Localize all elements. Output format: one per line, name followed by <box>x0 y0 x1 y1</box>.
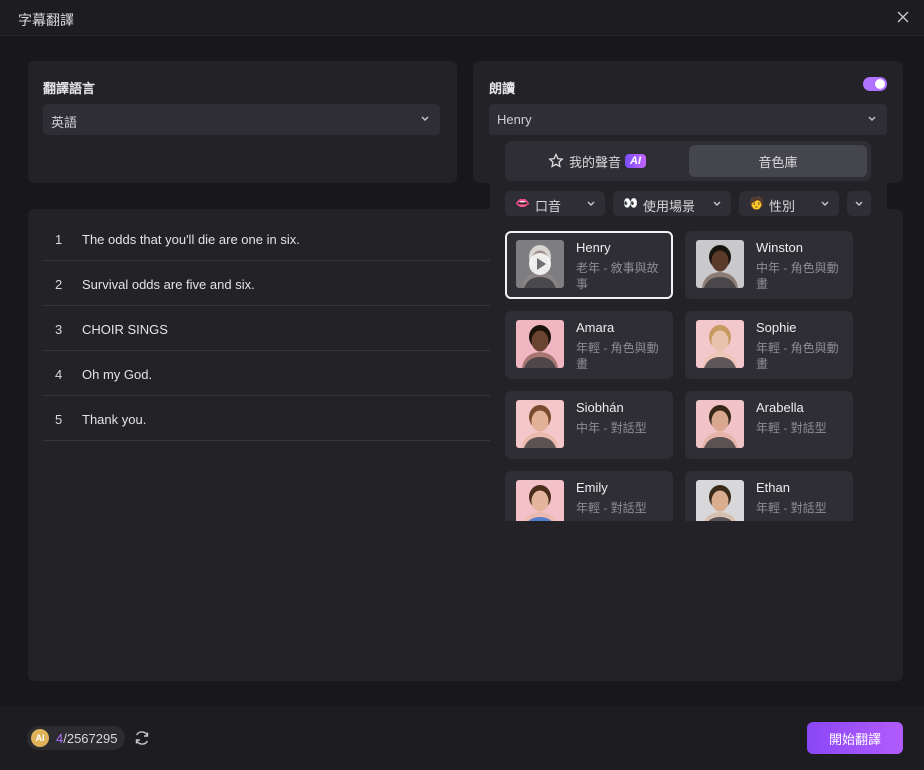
voice-card[interactable]: Siobhán 中年 - 對話型 <box>505 391 673 459</box>
filter-use-case-label: 使用場景 <box>643 199 696 214</box>
title-bar: 字幕翻譯 <box>0 0 924 36</box>
avatar-amara <box>516 320 564 368</box>
subtitle-row[interactable]: 4 Oh my God. <box>43 351 503 396</box>
toggle-knob <box>875 79 885 89</box>
voice-card[interactable]: Henry 老年 - 敘事與故事 <box>505 231 673 299</box>
footer: AI 4/2567295 開始翻譯 <box>0 706 924 770</box>
avatar-arabella <box>696 400 744 448</box>
voice-name: Winston <box>756 240 803 255</box>
voice-select[interactable]: Henry <box>489 104 887 135</box>
chevron-down-icon <box>587 201 595 206</box>
voice-name: Amara <box>576 320 615 335</box>
voice-select-value: Henry <box>497 112 532 127</box>
subtitle-row[interactable]: 1 The odds that you'll die are one in six… <box>43 216 503 261</box>
voice-name: Siobhán <box>576 400 624 415</box>
avatar-emily <box>516 480 564 521</box>
voice-description: 年輕 - 角色與動畫 <box>576 341 659 371</box>
voice-description: 年輕 - 對話型 <box>576 501 647 515</box>
voice-name: Sophie <box>756 320 797 335</box>
refresh-icon[interactable] <box>133 729 151 747</box>
subtitle-number: 1 <box>55 232 63 247</box>
voice-name: Emily <box>576 480 608 495</box>
chevron-up-icon <box>868 116 876 121</box>
filter-use-case[interactable]: 👀 使用場景 <box>613 191 731 216</box>
voice-card[interactable]: Ethan 年輕 - 對話型 <box>685 471 853 521</box>
avatar-henry <box>516 240 564 288</box>
filter-gender[interactable]: 🧑 性別 <box>739 191 839 216</box>
filter-accent-label: 口音 <box>535 199 562 214</box>
voice-description: 年輕 - 對話型 <box>756 421 827 435</box>
narration-toggle[interactable] <box>863 77 887 91</box>
star-icon <box>548 153 564 168</box>
subtitle-row[interactable]: 3 CHOIR SINGS <box>43 306 503 351</box>
subtitle-text: Oh my God. <box>82 367 153 382</box>
lips-icon: 👄 <box>515 196 530 210</box>
translate-language-value: 英語 <box>51 115 78 130</box>
voice-dropdown: 我的聲音 AI 音色庫 👄 口音 👀 使用場景 🧑 性別 Henry 老年 - 敘… <box>490 137 887 521</box>
subtitle-text: CHOIR SINGS <box>82 322 168 337</box>
credits-total: /2567295 <box>63 731 118 746</box>
voice-description: 中年 - 對話型 <box>576 421 647 435</box>
filter-more[interactable] <box>847 191 871 216</box>
start-translation-button[interactable]: 開始翻譯 <box>807 722 903 754</box>
subtitle-text: Survival odds are five and six. <box>82 277 255 292</box>
avatar-winston <box>696 240 744 288</box>
voice-card[interactable]: Sophie 年輕 - 角色與動畫 <box>685 311 853 379</box>
narration-label: 朗讀 <box>489 81 516 96</box>
subtitle-text: Thank you. <box>82 412 147 427</box>
avatar-siobhán <box>516 400 564 448</box>
chevron-down-icon <box>421 116 429 121</box>
subtitle-number: 5 <box>55 412 63 427</box>
subtitle-row[interactable]: 5 Thank you. <box>43 396 503 441</box>
close-icon[interactable] <box>896 10 910 24</box>
person-icon: 🧑 <box>749 196 764 210</box>
voice-description: 中年 - 角色與動畫 <box>756 261 839 291</box>
ai-badge: AI <box>625 154 646 168</box>
voice-card[interactable]: Arabella 年輕 - 對話型 <box>685 391 853 459</box>
subtitle-text: The odds that you'll die are one in six. <box>82 232 300 247</box>
filter-accent[interactable]: 👄 口音 <box>505 191 605 216</box>
voice-name: Henry <box>576 240 611 255</box>
translate-language-select[interactable]: 英語 <box>43 104 440 135</box>
voice-description: 年輕 - 角色與動畫 <box>756 341 839 371</box>
ai-coin-icon: AI <box>31 729 49 747</box>
translate-language-label: 翻譯語言 <box>43 81 96 96</box>
chevron-down-icon <box>713 201 721 206</box>
avatar-ethan <box>696 480 744 521</box>
credits-counter: AI 4/2567295 <box>27 726 125 750</box>
subtitle-number: 2 <box>55 277 63 292</box>
eyes-icon: 👀 <box>623 196 638 210</box>
voice-card[interactable]: Amara 年輕 - 角色與動畫 <box>505 311 673 379</box>
filter-gender-label: 性別 <box>769 199 796 214</box>
tab-voice-library[interactable]: 音色庫 <box>689 145 867 177</box>
voice-description: 年輕 - 對話型 <box>756 501 827 515</box>
voice-name: Arabella <box>756 400 804 415</box>
voice-description: 老年 - 敘事與故事 <box>576 261 659 291</box>
chevron-down-icon <box>821 201 829 206</box>
subtitle-row[interactable]: 2 Survival odds are five and six. <box>43 261 503 306</box>
translate-language-panel: 翻譯語言 英語 <box>28 61 457 183</box>
chevron-down-icon <box>855 201 863 206</box>
subtitle-number: 3 <box>55 322 63 337</box>
tab-my-voice[interactable]: 我的聲音 AI <box>509 145 685 177</box>
avatar-sophie <box>696 320 744 368</box>
credits-text: 4/2567295 <box>56 731 117 746</box>
window-title: 字幕翻譯 <box>18 12 74 28</box>
subtitle-number: 4 <box>55 367 63 382</box>
voice-name: Ethan <box>756 480 790 495</box>
tab-voice-library-label: 音色庫 <box>758 154 798 170</box>
voice-tabs: 我的聲音 AI 音色庫 <box>505 141 871 181</box>
tab-my-voice-label: 我的聲音 <box>568 154 621 170</box>
voice-card[interactable]: Emily 年輕 - 對話型 <box>505 471 673 521</box>
voice-card[interactable]: Winston 中年 - 角色與動畫 <box>685 231 853 299</box>
